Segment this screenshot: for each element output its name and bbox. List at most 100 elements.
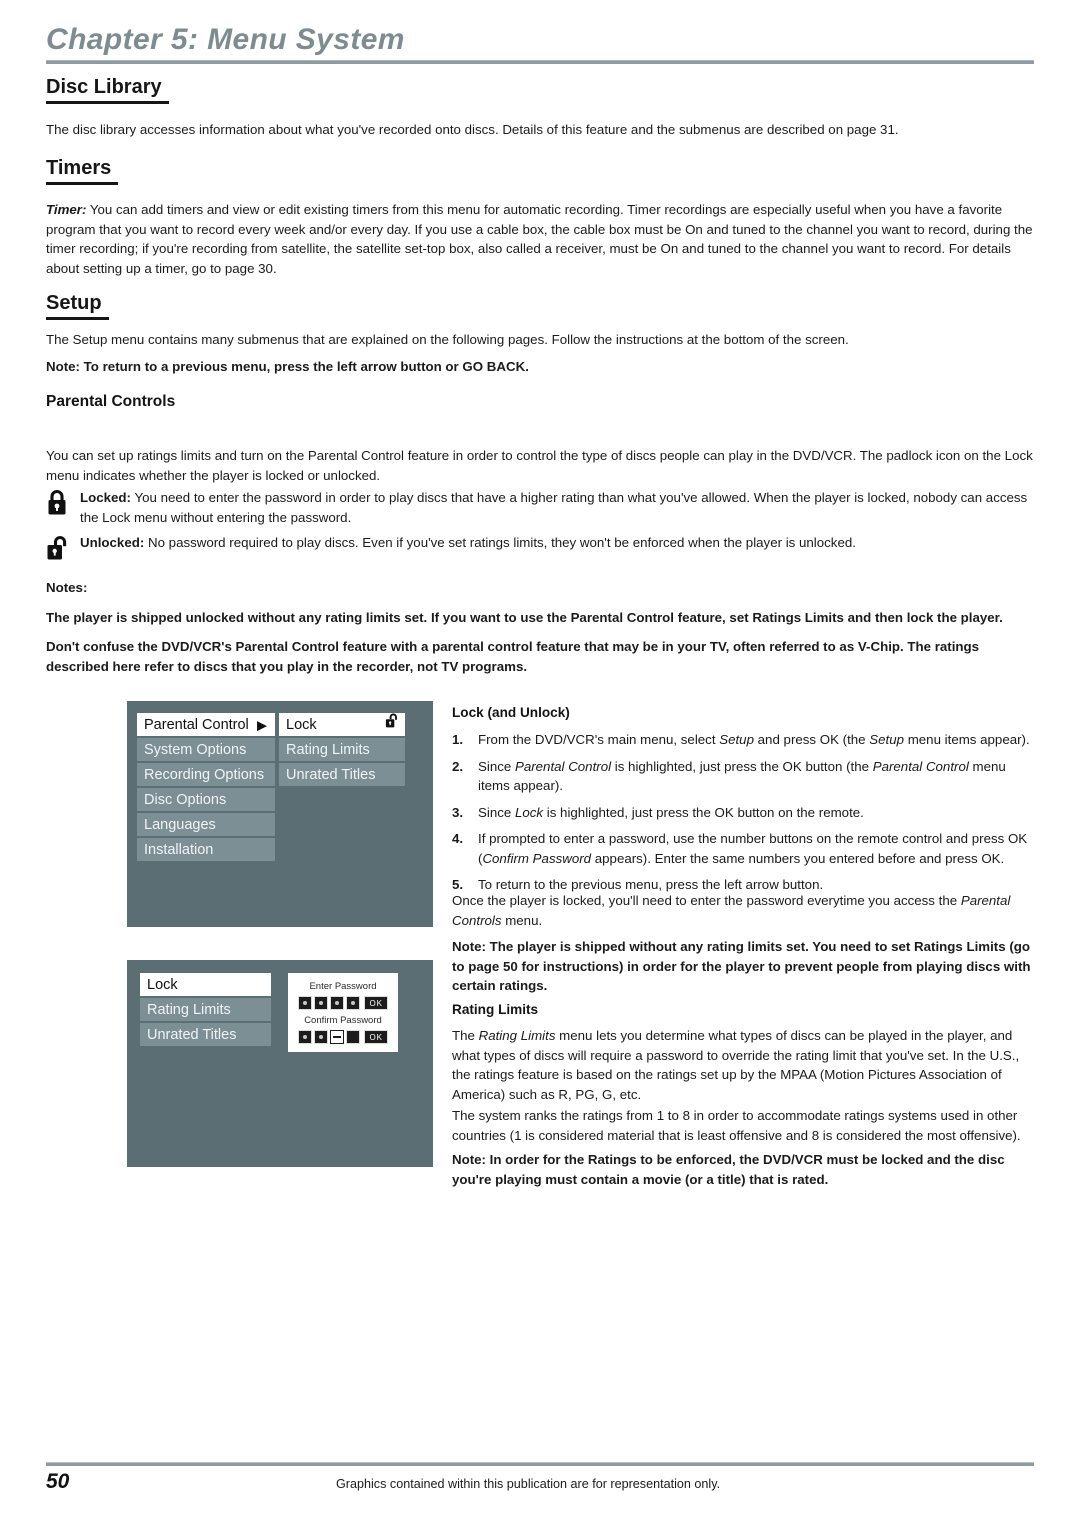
masked-digit-dot — [319, 1035, 324, 1039]
timers-paragraph-text: You can add timers and view or edit exis… — [46, 202, 1033, 276]
password-digit-cell[interactable] — [298, 996, 313, 1010]
password-cursor-cell[interactable] — [330, 1030, 345, 1044]
enter-password-label: Enter Password — [309, 981, 377, 992]
step-text-part: menu items appear). — [904, 732, 1030, 747]
timers-paragraph: Timer: You can add timers and view or ed… — [46, 200, 1034, 278]
paragraph-part: menu. — [501, 912, 543, 928]
menu-item-system-options[interactable]: System Options — [137, 738, 275, 761]
setup-note-wrap: Note: To return to a previous menu, pres… — [46, 357, 1034, 377]
step-text-part: is highlighted, just press the OK button… — [543, 804, 864, 820]
heading-parental-controls: Parental Controls — [46, 393, 176, 410]
step-emphasis: Parental Control — [514, 758, 612, 774]
unlocked-text: No password required to play discs. Even… — [144, 535, 856, 550]
cursor-dash-icon — [333, 1036, 342, 1038]
step-number: 2. — [452, 758, 464, 774]
list-item: 2. Since Parental Control is highlighted… — [452, 757, 1034, 796]
ranks-paragraph: The system ranks the ratings from 1 to 8… — [452, 1108, 1021, 1143]
heading-setup: Setup — [46, 292, 109, 320]
menu-item-label: Unrated Titles — [286, 767, 376, 783]
menu-screenshot-password: Lock Rating Limits Unrated Titles Enter … — [127, 960, 433, 1167]
menu-item-lock[interactable]: Lock — [140, 973, 271, 996]
menu-item-languages[interactable]: Languages — [137, 813, 275, 836]
step-text-part: appears). Enter the same numbers you ent… — [591, 850, 1005, 866]
enter-password-ok-button[interactable]: OK — [364, 996, 388, 1010]
masked-digit-dot — [319, 1001, 324, 1005]
lock-steps-wrap: 1. From the DVD/VCR's main menu, select … — [452, 730, 1034, 902]
disc-library-paragraph: The disc library accesses information ab… — [46, 122, 899, 137]
password-empty-cell[interactable] — [346, 1030, 361, 1044]
masked-digit-dot — [351, 1001, 356, 1005]
note-2-wrap: Don't confuse the DVD/VCR's Parental Con… — [46, 637, 1034, 676]
locked-bullet-text: Locked: You need to enter the password i… — [80, 488, 1034, 527]
note-ratings-enforced: Note: In order for the Ratings to be enf… — [452, 1152, 1005, 1187]
menu-item-label: Lock — [147, 977, 178, 993]
heading-rating-limits: Rating Limits — [452, 1002, 539, 1017]
lock-steps-list: 1. From the DVD/VCR's main menu, select … — [452, 730, 1034, 895]
notes-label: Notes: — [46, 580, 88, 595]
section-disc-library: Disc Library — [46, 76, 1034, 104]
password-digit-cell[interactable] — [346, 996, 361, 1010]
menu-item-unrated-titles[interactable]: Unrated Titles — [140, 1023, 271, 1046]
menu-item-parental-control[interactable]: Parental Control ▶ — [137, 713, 275, 736]
rating-limits-paragraph-wrap: The Rating Limits menu lets you determin… — [452, 1026, 1034, 1104]
password-digit-cell[interactable] — [314, 1030, 329, 1044]
menu-item-label: Languages — [144, 817, 216, 833]
menu-item-recording-options[interactable]: Recording Options — [137, 763, 275, 786]
locked-password-paragraph: Once the player is locked, you'll need t… — [452, 891, 1034, 930]
document-page: Chapter 5: Menu System Disc Library The … — [0, 0, 1080, 1528]
ranks-paragraph-wrap: The system ranks the ratings from 1 to 8… — [452, 1106, 1034, 1145]
menu-item-label: Recording Options — [144, 767, 265, 783]
heading-timers: Timers — [46, 157, 119, 185]
note-enforced-wrap: Note: In order for the Ratings to be enf… — [452, 1150, 1034, 1189]
chevron-right-icon: ▶ — [257, 717, 267, 732]
rating-limits-heading-wrap: Rating Limits — [452, 1000, 1034, 1019]
note-1-wrap: The player is shipped unlocked without a… — [46, 608, 1034, 628]
step-emphasis: Parental Control — [872, 758, 969, 774]
section-setup: Setup — [46, 292, 1034, 320]
step-text-part: From the DVD/VCR's main menu, select — [478, 732, 720, 747]
step-emphasis: Setup — [869, 732, 905, 747]
menu-item-lock[interactable]: Lock — [279, 713, 405, 736]
parental-controls-body: You can set up ratings limits and turn o… — [46, 446, 1034, 485]
menu-item-label: Rating Limits — [147, 1002, 231, 1018]
step-emphasis: Setup — [719, 732, 754, 747]
masked-digit-dot — [303, 1001, 308, 1005]
password-digit-cell[interactable] — [314, 996, 329, 1010]
locked-label: Locked: — [80, 490, 131, 505]
confirm-password-label: Confirm Password — [304, 1015, 382, 1026]
step-text-part: Since — [478, 758, 515, 774]
list-item: 1. From the DVD/VCR's main menu, select … — [452, 730, 1034, 750]
rating-limits-paragraph: The Rating Limits menu lets you determin… — [452, 1026, 1034, 1104]
menu-item-disc-options[interactable]: Disc Options — [137, 788, 275, 811]
menu-item-rating-limits[interactable]: Rating Limits — [279, 738, 405, 761]
step-text: Since Lock is highlighted, just press th… — [478, 805, 864, 820]
masked-digit-dot — [303, 1035, 308, 1039]
password-digit-cell[interactable] — [298, 1030, 313, 1044]
menu-item-label: Unrated Titles — [147, 1027, 237, 1043]
password-digit-cell[interactable] — [330, 996, 345, 1010]
menu-item-unrated-titles[interactable]: Unrated Titles — [279, 763, 405, 786]
section-parental-controls: Parental Controls — [46, 392, 1034, 411]
locked-bullet-row: Locked: You need to enter the password i… — [46, 488, 1034, 527]
menu-item-rating-limits[interactable]: Rating Limits — [140, 998, 271, 1021]
padlock-open-icon — [385, 713, 398, 736]
paragraph-part: Once the player is locked, you'll need t… — [452, 893, 961, 908]
unlocked-bullet-row: Unlocked: No password required to play d… — [46, 533, 1034, 567]
masked-digit-dot — [335, 1001, 340, 1005]
padlock-open-icon — [46, 533, 80, 567]
menu-item-label: Installation — [144, 842, 214, 858]
list-item: 4. If prompted to enter a password, use … — [452, 829, 1034, 868]
menu-item-installation[interactable]: Installation — [137, 838, 275, 861]
step-text-part: and press OK (the — [753, 732, 870, 747]
locked-password-paragraph-wrap: Once the player is locked, you'll need t… — [452, 891, 1034, 930]
confirm-password-ok-button[interactable]: OK — [364, 1030, 388, 1044]
step-text: From the DVD/VCR's main menu, select Set… — [478, 732, 1030, 747]
list-item: 3. Since Lock is highlighted, just press… — [452, 803, 1034, 823]
step-text: To return to the previous menu, press th… — [478, 877, 824, 892]
step-text: If prompted to enter a password, use the… — [478, 831, 1027, 866]
step-text: Since Parental Control is highlighted, j… — [478, 759, 1006, 794]
step-emphasis: Lock — [514, 804, 544, 820]
parental-controls-paragraph: You can set up ratings limits and turn o… — [46, 448, 1033, 483]
paragraph-emphasis: Rating Limits — [478, 1028, 556, 1043]
note-2: Don't confuse the DVD/VCR's Parental Con… — [46, 639, 980, 674]
